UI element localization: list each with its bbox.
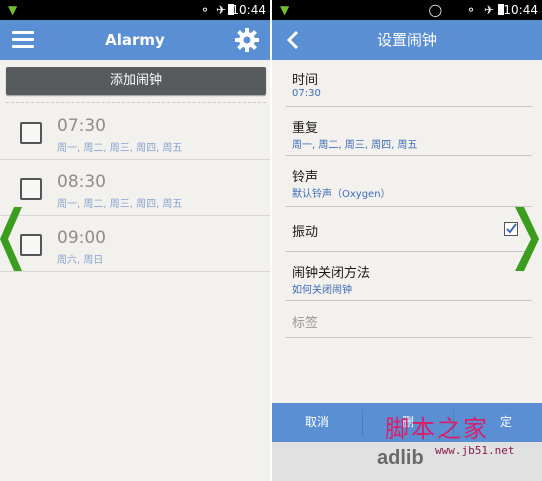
alarm-item[interactable]: 07:30 周一, 周二, 周三, 周四, 周五	[0, 104, 270, 160]
notification-icon: ▼	[8, 3, 18, 17]
status-time: 10:44	[231, 3, 266, 17]
alarm-clock-icon: ◯	[428, 3, 442, 17]
chevron-right-icon[interactable]	[515, 207, 539, 271]
chevron-left-icon[interactable]	[0, 207, 22, 271]
setting-value: 如何关闭闹钟	[292, 285, 352, 296]
alarm-list-screen: ▼ ⚬ ✈ 10:44 Alarmy 添加闹钟 07:30 周一, 周二, 周三…	[0, 0, 270, 481]
setting-title: 闹钟关闭方法	[292, 266, 371, 281]
time-setting[interactable]: 时间 07:30	[286, 60, 532, 107]
airplane-icon: ✈	[215, 3, 226, 17]
dismiss-method-setting[interactable]: 闹钟关闭方法 如何关闭闹钟	[286, 252, 532, 301]
setting-value: 07:30	[292, 88, 321, 99]
repeat-setting[interactable]: 重复 周一, 周二, 周三, 周四, 周五	[286, 107, 532, 156]
label-field[interactable]: 标签	[286, 301, 532, 338]
alarm-time: 08:30	[57, 172, 106, 192]
setting-value: 周一, 周二, 周三, 周四, 周五	[292, 140, 418, 151]
screen-title: 设置闹钟	[376, 31, 437, 49]
app-title: Alarmy	[105, 31, 165, 49]
alarm-item[interactable]: 09:00 周六, 周日	[0, 216, 270, 272]
setting-title: 振动	[292, 225, 319, 240]
watermark-adlib: adlib	[377, 447, 424, 469]
alarm-item[interactable]: 08:30 周一, 周二, 周三, 周四, 周五	[0, 160, 270, 216]
airplane-icon: ✈	[483, 3, 494, 17]
alarm-checkbox[interactable]	[20, 178, 42, 200]
setting-title: 铃声	[292, 170, 319, 185]
alarm-checkbox[interactable]	[20, 122, 42, 144]
alarm-time: 09:00	[57, 228, 106, 248]
wifi-icon: ⚬	[465, 3, 476, 17]
wifi-icon: ⚬	[199, 3, 210, 17]
setting-value: 默认铃声（Oxygen）	[292, 189, 391, 200]
setting-title: 时间	[292, 73, 319, 88]
cancel-button[interactable]: 取消	[272, 403, 362, 442]
status-bar: ▼ ◯ ⚬ ✈ 10:44	[272, 0, 542, 20]
setting-title: 重复	[292, 121, 319, 136]
gear-icon[interactable]	[234, 27, 260, 53]
watermark-site-name: 脚本之家	[385, 415, 489, 443]
alarm-checkbox[interactable]	[20, 234, 42, 256]
divider	[6, 102, 266, 103]
notification-icon: ▼	[280, 3, 290, 17]
alarm-days: 周六, 周日	[57, 255, 104, 266]
app-bar: Alarmy	[0, 20, 270, 60]
watermark-url: www.jb51.net	[435, 444, 515, 457]
alarm-days: 周一, 周二, 周三, 周四, 周五	[57, 143, 183, 154]
vibration-setting[interactable]: 振动	[286, 207, 532, 252]
alarm-days: 周一, 周二, 周三, 周四, 周五	[57, 199, 183, 210]
status-time: 10:44	[503, 3, 538, 17]
label-placeholder: 标签	[292, 316, 319, 331]
app-bar: 设置闹钟	[272, 20, 542, 60]
alarm-time: 07:30	[57, 116, 106, 136]
add-alarm-button[interactable]: 添加闹钟	[6, 67, 266, 95]
status-bar: ▼ ⚬ ✈ 10:44	[0, 0, 270, 20]
ringtone-setting[interactable]: 铃声 默认铃声（Oxygen）	[286, 156, 532, 207]
